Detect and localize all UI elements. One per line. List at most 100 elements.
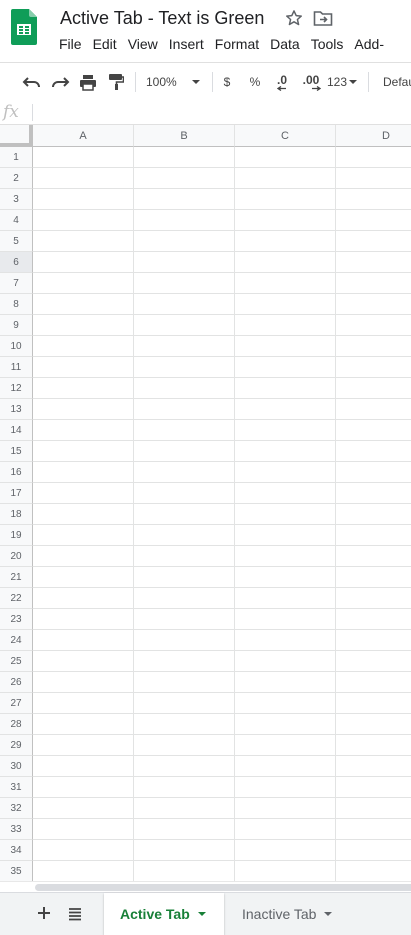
paint-format-button[interactable] xyxy=(104,71,128,93)
row-gridline xyxy=(33,188,411,189)
row-header-13[interactable]: 13 xyxy=(0,399,33,420)
row-header-23[interactable]: 23 xyxy=(0,609,33,630)
currency-format-button[interactable]: $ xyxy=(219,71,235,93)
row-header-32[interactable]: 32 xyxy=(0,798,33,819)
row-header-2[interactable]: 2 xyxy=(0,168,33,189)
row-header-35[interactable]: 35 xyxy=(0,861,33,881)
spreadsheet-grid[interactable]: ABCD 1 2 3 4 5 6 7 8 9 10 11 12 13 14 15 16 17 18 19 20 21 22… xyxy=(0,125,411,881)
star-icon[interactable] xyxy=(284,8,304,28)
row-gridline xyxy=(33,461,411,462)
toolbar-separator xyxy=(368,72,369,92)
menu-file[interactable]: File xyxy=(59,34,87,54)
arrow-left-icon xyxy=(277,85,286,91)
column-gridline xyxy=(133,147,134,881)
row-header-16[interactable]: 16 xyxy=(0,462,33,483)
more-formats-button[interactable]: 123 xyxy=(327,71,361,93)
row-gridline xyxy=(33,524,411,525)
row-header-24[interactable]: 24 xyxy=(0,630,33,651)
chevron-down-icon[interactable] xyxy=(197,912,206,916)
row-gridline xyxy=(33,293,411,294)
sheet-tab-active[interactable]: Active Tab xyxy=(104,893,224,935)
row-header-28[interactable]: 28 xyxy=(0,714,33,735)
menu-bar: File Edit View Insert Format Data Tools Add- xyxy=(59,34,395,54)
add-sheet-icon[interactable] xyxy=(34,903,54,923)
row-gridline xyxy=(33,398,411,399)
increase-decimal-button[interactable]: .00 xyxy=(299,71,323,93)
row-gridline xyxy=(33,167,411,168)
column-gridline xyxy=(234,147,235,881)
cell-area[interactable] xyxy=(33,147,411,881)
undo-icon xyxy=(22,77,40,88)
sheet-tab-inactive[interactable]: Inactive Tab xyxy=(226,893,356,935)
row-gridline xyxy=(33,818,411,819)
column-header-a[interactable]: A xyxy=(33,125,134,147)
print-button[interactable] xyxy=(76,71,100,93)
zoom-select[interactable]: 100% xyxy=(146,71,204,93)
row-header-18[interactable]: 18 xyxy=(0,504,33,525)
row-header-31[interactable]: 31 xyxy=(0,777,33,798)
row-header-8[interactable]: 8 xyxy=(0,294,33,315)
row-header-3[interactable]: 3 xyxy=(0,189,33,210)
decrease-decimal-button[interactable]: .0 xyxy=(272,71,292,93)
formula-input[interactable] xyxy=(40,104,405,121)
app-header: Active Tab - Text is Green File Edit View I… xyxy=(0,0,411,61)
row-gridline xyxy=(33,251,411,252)
column-header-b[interactable]: B xyxy=(134,125,235,147)
all-sheets-icon[interactable] xyxy=(65,904,85,924)
row-header-1[interactable]: 1 xyxy=(0,147,33,168)
row-header-30[interactable]: 30 xyxy=(0,756,33,777)
menu-insert[interactable]: Insert xyxy=(169,34,209,54)
row-header-9[interactable]: 9 xyxy=(0,315,33,336)
redo-button[interactable] xyxy=(48,71,72,93)
row-header-27[interactable]: 27 xyxy=(0,693,33,714)
column-headers: ABCD xyxy=(33,125,411,147)
row-gridline xyxy=(33,230,411,231)
percent-format-button[interactable]: % xyxy=(246,71,264,93)
menu-edit[interactable]: Edit xyxy=(93,34,122,54)
row-header-4[interactable]: 4 xyxy=(0,210,33,231)
column-gridline xyxy=(335,147,336,881)
row-header-6[interactable]: 6 xyxy=(0,252,33,273)
row-gridline xyxy=(33,440,411,441)
row-header-20[interactable]: 20 xyxy=(0,546,33,567)
menu-view[interactable]: View xyxy=(128,34,163,54)
scrollbar-thumb[interactable] xyxy=(35,884,411,891)
move-to-folder-icon[interactable] xyxy=(313,9,333,27)
row-header-33[interactable]: 33 xyxy=(0,819,33,840)
undo-button[interactable] xyxy=(20,71,44,93)
menu-format[interactable]: Format xyxy=(215,34,264,54)
row-gridline xyxy=(33,587,411,588)
menu-tools[interactable]: Tools xyxy=(311,34,349,54)
row-header-34[interactable]: 34 xyxy=(0,840,33,861)
row-header-26[interactable]: 26 xyxy=(0,672,33,693)
menu-addons[interactable]: Add- xyxy=(354,34,389,54)
row-header-12[interactable]: 12 xyxy=(0,378,33,399)
menu-data[interactable]: Data xyxy=(270,34,305,54)
row-header-10[interactable]: 10 xyxy=(0,336,33,357)
font-family-select[interactable]: Defau xyxy=(383,71,411,93)
row-gridline xyxy=(33,671,411,672)
sheet-bar: Active Tab Inactive Tab xyxy=(0,892,411,935)
row-header-15[interactable]: 15 xyxy=(0,441,33,462)
row-gridline xyxy=(33,314,411,315)
row-header-17[interactable]: 17 xyxy=(0,483,33,504)
row-gridline xyxy=(33,797,411,798)
row-header-7[interactable]: 7 xyxy=(0,273,33,294)
row-header-5[interactable]: 5 xyxy=(0,231,33,252)
sheets-logo-icon[interactable] xyxy=(11,9,37,45)
row-header-11[interactable]: 11 xyxy=(0,357,33,378)
row-gridline xyxy=(33,608,411,609)
row-header-19[interactable]: 19 xyxy=(0,525,33,546)
select-all-corner[interactable] xyxy=(0,125,33,147)
chevron-down-icon[interactable] xyxy=(324,912,333,916)
row-header-29[interactable]: 29 xyxy=(0,735,33,756)
column-header-c[interactable]: C xyxy=(235,125,336,147)
row-gridline xyxy=(33,419,411,420)
document-title[interactable]: Active Tab - Text is Green xyxy=(60,7,264,29)
row-gridline xyxy=(33,776,411,777)
row-header-14[interactable]: 14 xyxy=(0,420,33,441)
row-header-22[interactable]: 22 xyxy=(0,588,33,609)
column-header-d[interactable]: D xyxy=(336,125,411,147)
row-header-21[interactable]: 21 xyxy=(0,567,33,588)
row-header-25[interactable]: 25 xyxy=(0,651,33,672)
